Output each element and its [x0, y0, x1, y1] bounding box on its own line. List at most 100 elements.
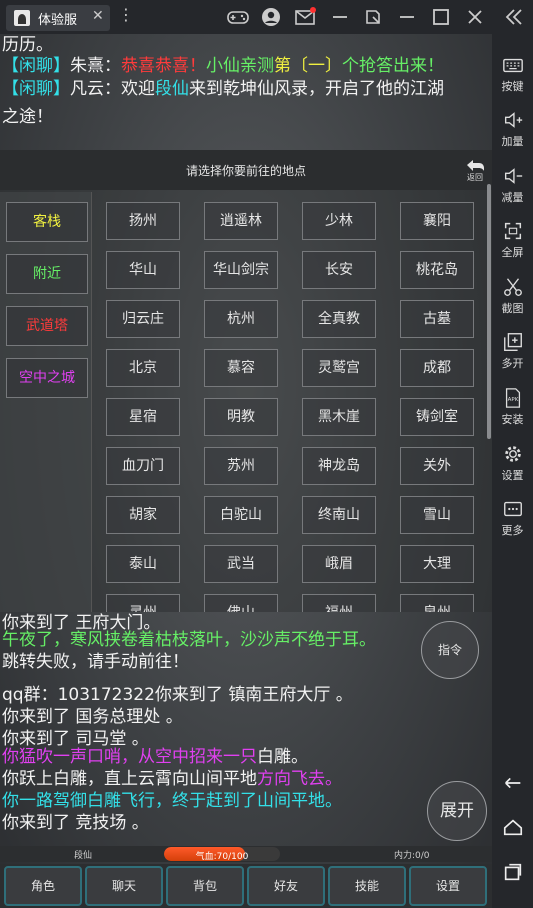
sidebar-item-label: 截图 [501, 302, 524, 315]
back-button[interactable]: 返回 [462, 158, 488, 186]
chat-line: 你跃上白雕，直上云霄向山间平地方向飞去。 [2, 768, 490, 790]
location-button[interactable]: 逍遥林 [204, 202, 278, 240]
location-button[interactable]: 星宿 [106, 398, 180, 436]
category-panel: 客栈附近武道塔空中之城 [0, 192, 92, 612]
scissors-icon [503, 278, 522, 296]
location-button[interactable]: 胡家 [106, 496, 180, 534]
location-button[interactable]: 血刀门 [106, 447, 180, 485]
nav-button[interactable]: 好友 [247, 866, 325, 906]
chat-line: qq群：103172322你来到了 镇南王府大厅 。 [2, 685, 353, 705]
sidebar-item-fullscreen[interactable]: 全屏 [492, 218, 533, 268]
chat-player-name[interactable]: 段仙 [155, 79, 189, 99]
app-tab[interactable]: 体验服 ✕ [6, 5, 110, 31]
resize-icon[interactable] [361, 5, 385, 29]
location-button[interactable]: 成都 [400, 349, 474, 387]
location-button[interactable]: 大理 [400, 545, 474, 583]
location-button[interactable]: 全真教 [302, 300, 376, 338]
chat-line: 你一路驾御白雕飞行，终于赶到了山间平地。 [2, 791, 342, 811]
maximize-icon[interactable] [429, 5, 453, 29]
sidebar-item-more[interactable]: 更多 [492, 496, 533, 546]
more-icon [503, 501, 522, 517]
back-label: 返回 [467, 173, 483, 182]
expand-button[interactable]: 展开 [427, 781, 487, 841]
location-button[interactable]: 泰山 [106, 545, 180, 583]
location-button[interactable]: 灵州 [106, 594, 180, 612]
location-button[interactable]: 杭州 [204, 300, 278, 338]
category-button[interactable]: 武道塔 [6, 306, 88, 346]
location-button[interactable]: 武当 [204, 545, 278, 583]
nav-button[interactable]: 背包 [166, 866, 244, 906]
minimize-window-icon[interactable] [395, 5, 419, 29]
emulator-titlebar: 体验服 ✕ ⋮ [0, 0, 533, 34]
home-icon[interactable] [492, 816, 533, 846]
location-button[interactable]: 灵鹫宫 [302, 349, 376, 387]
user-icon[interactable] [259, 5, 283, 29]
nav-button[interactable]: 角色 [4, 866, 82, 906]
app-tab-label: 体验服 [38, 13, 78, 28]
location-button[interactable]: 慕容 [204, 349, 278, 387]
chat-text: 第〔一〕 [274, 56, 342, 76]
chat-text: 小仙亲测 [206, 56, 274, 76]
location-button[interactable]: 襄阳 [400, 202, 474, 240]
mail-icon[interactable] [293, 5, 317, 29]
category-button[interactable]: 客栈 [6, 202, 88, 242]
sidebar-item-keys[interactable]: 按键 [492, 52, 533, 102]
location-button[interactable]: 长安 [302, 251, 376, 289]
minimize-icon[interactable] [328, 5, 352, 29]
chat-text: 来到乾坤仙风录，开启了他的江湖 [189, 79, 444, 99]
sidebar-item-settings[interactable]: 设置 [492, 441, 533, 491]
recent-apps-icon[interactable] [492, 861, 533, 891]
location-button[interactable]: 黑木崖 [302, 398, 376, 436]
sidebar-item-multi[interactable]: 多开 [492, 329, 533, 379]
close-icon[interactable] [463, 5, 487, 29]
multi-instance-icon [503, 333, 522, 351]
location-button[interactable]: 关外 [400, 447, 474, 485]
location-button[interactable]: 古墓 [400, 300, 474, 338]
location-button[interactable]: 雪山 [400, 496, 474, 534]
location-button[interactable]: 少林 [302, 202, 376, 240]
sidebar-item-label: 按键 [501, 80, 524, 93]
sidebar-item-volume-down[interactable]: 减量 [492, 163, 533, 213]
sidebar-item-label: 设置 [501, 469, 524, 482]
nav-button[interactable]: 聊天 [85, 866, 163, 906]
collapse-icon[interactable] [502, 5, 526, 29]
sidebar-item-install[interactable]: APK 安装 [492, 385, 533, 435]
sidebar-item-screenshot[interactable]: 截图 [492, 274, 533, 324]
bottom-nav: 角色 聊天 背包 好友 技能 设置 [0, 864, 492, 908]
location-button[interactable]: 佛山 [204, 594, 278, 612]
category-button[interactable]: 空中之城 [6, 358, 88, 398]
category-button[interactable]: 附近 [6, 254, 88, 294]
fullscreen-icon [504, 222, 521, 240]
location-button[interactable]: 苏州 [204, 447, 278, 485]
back-icon[interactable] [492, 772, 533, 802]
location-button[interactable]: 神龙岛 [302, 447, 376, 485]
keyboard-icon [502, 58, 523, 73]
gamepad-icon[interactable] [226, 5, 250, 29]
location-button[interactable]: 福州 [302, 594, 376, 612]
chat-line: 之途！ [2, 107, 53, 127]
location-button[interactable]: 扬州 [106, 202, 180, 240]
sidebar-item-label: 多开 [501, 357, 524, 370]
location-button[interactable]: 归云庄 [106, 300, 180, 338]
nav-button[interactable]: 技能 [328, 866, 406, 906]
menu-icon[interactable]: ⋮ [118, 7, 134, 23]
dialog-title: 请选择你要前往的地点 [185, 164, 306, 178]
location-button[interactable]: 北京 [106, 349, 180, 387]
chat-text: 你跃上白雕，直上云霄向山间平地 [2, 769, 257, 789]
location-button[interactable]: 明教 [204, 398, 278, 436]
location-button[interactable]: 铸剑室 [400, 398, 474, 436]
location-button[interactable]: 终南山 [302, 496, 376, 534]
sidebar-item-label: 安装 [501, 413, 524, 426]
nav-button[interactable]: 设置 [409, 866, 487, 906]
dialog-scrollbar[interactable] [487, 184, 491, 439]
location-button[interactable]: 桃花岛 [400, 251, 474, 289]
location-button[interactable]: 华山剑宗 [204, 251, 278, 289]
location-button[interactable]: 峨眉 [302, 545, 376, 583]
location-button[interactable]: 泉州 [400, 594, 474, 612]
sidebar-item-volume-up[interactable]: 加量 [492, 107, 533, 157]
tab-close-icon[interactable]: ✕ [92, 8, 104, 24]
chat-text: 你猛吹一声口哨，从空中招来一只 [2, 747, 257, 767]
location-button[interactable]: 华山 [106, 251, 180, 289]
location-button[interactable]: 白驼山 [204, 496, 278, 534]
command-button[interactable]: 指令 [421, 621, 479, 679]
